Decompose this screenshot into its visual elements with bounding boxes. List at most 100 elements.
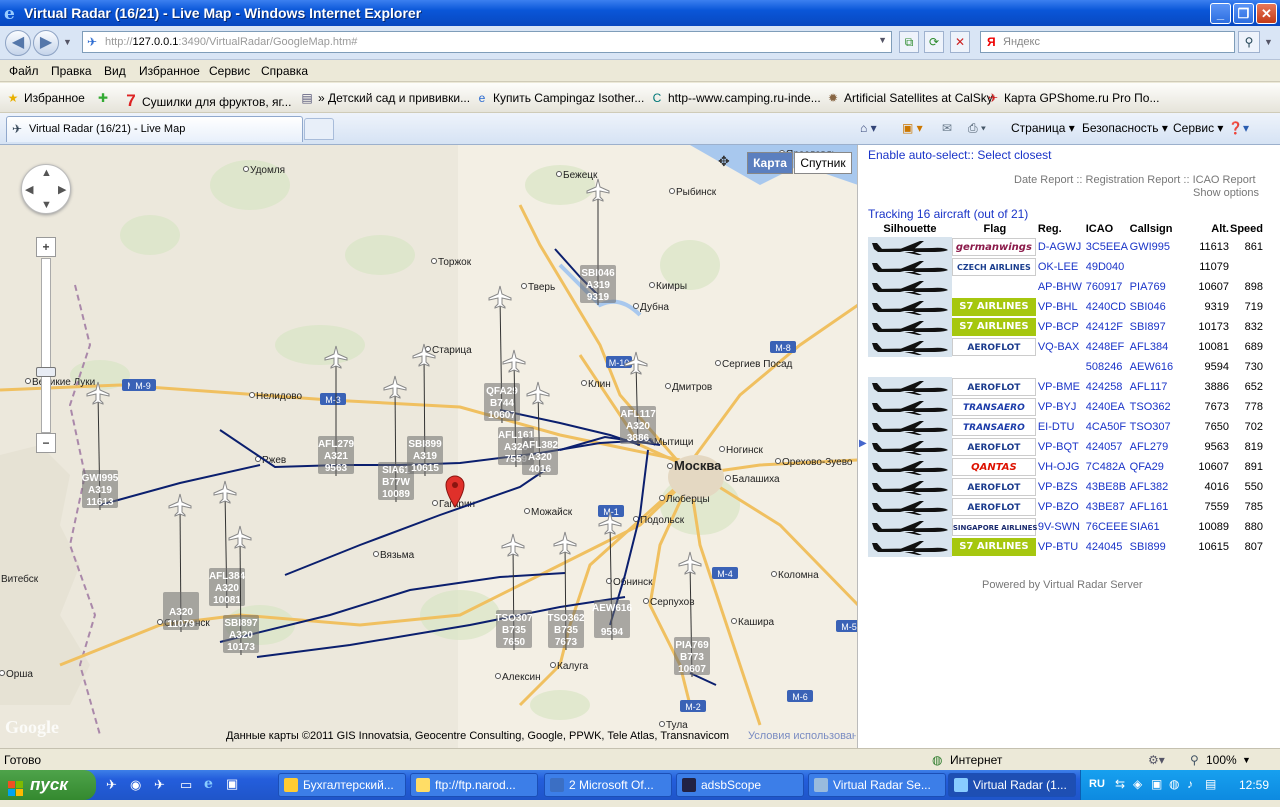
zoom-icon[interactable]: ⚲ <box>1190 753 1199 767</box>
reg-cell[interactable]: VH-OJG <box>1038 457 1086 477</box>
aircraft-row[interactable]: CZECH AIRLINES OK-LEE 49D040 11079 <box>868 257 1263 277</box>
callsign-cell[interactable]: GWI995 <box>1130 237 1192 257</box>
quicklaunch-more-icon[interactable]: ▣ <box>226 776 238 792</box>
minimize-button[interactable]: _ <box>1210 3 1231 24</box>
enable-autoselect-link[interactable]: Enable auto-select <box>868 148 967 162</box>
reg-cell[interactable]: VP-BCP <box>1038 317 1086 337</box>
pan-left-icon[interactable]: ◀ <box>25 183 33 196</box>
col-reg[interactable]: Reg. <box>1038 221 1086 237</box>
icao-cell[interactable]: 7C482A <box>1086 457 1130 477</box>
fav-item-camping[interactable]: Chttp--www.camping.ru-inde... <box>650 91 821 105</box>
mail-icon[interactable]: ✉ <box>942 121 952 135</box>
task-virtual-radar-ie[interactable]: Virtual Radar (1... <box>948 773 1076 797</box>
callsign-cell[interactable]: SBI046 <box>1130 297 1192 317</box>
address-dropdown-icon[interactable]: ▼ <box>878 35 887 45</box>
fullscreen-icon[interactable]: ✥ <box>718 153 736 171</box>
show-options-link[interactable]: Show options <box>1193 187 1259 199</box>
aircraft-row[interactable]: S7 AIRLINES VP-BCP 42412F SBI897 10173 832 <box>868 317 1263 337</box>
callsign-cell[interactable]: TSO362 <box>1130 397 1192 417</box>
callsign-cell[interactable]: SBI899 <box>1130 537 1192 557</box>
collapse-panel-icon[interactable]: ▶ <box>859 438 867 449</box>
history-dropdown-icon[interactable]: ▼ <box>63 37 72 47</box>
search-options-icon[interactable]: ▼ <box>1264 37 1273 47</box>
col-speed[interactable]: Speed <box>1229 221 1263 237</box>
col-callsign[interactable]: Callsign <box>1130 221 1192 237</box>
callsign-cell[interactable]: AFL384 <box>1130 337 1192 357</box>
col-alt[interactable]: Alt. <box>1191 221 1229 237</box>
reg-cell[interactable]: VP-BME <box>1038 377 1086 397</box>
icao-cell[interactable]: 76CEEE <box>1086 517 1130 537</box>
icao-cell[interactable]: 43BE8B <box>1086 477 1130 497</box>
aircraft-row[interactable]: AEROFLOT VP-BZS 43BE8B AFL382 4016 550 <box>868 477 1263 497</box>
menu-file[interactable]: Файл <box>9 64 39 78</box>
callsign-cell[interactable]: AFL117 <box>1130 377 1192 397</box>
search-box[interactable]: Я Яндекс <box>980 31 1235 53</box>
zoom-track[interactable] <box>41 258 51 433</box>
registration-report-link[interactable]: Registration Report <box>1086 174 1181 186</box>
quicklaunch-desktop-icon[interactable]: ▭ <box>180 777 192 793</box>
reg-cell[interactable] <box>1038 357 1086 377</box>
tray-update-icon[interactable]: ◍ <box>1169 777 1179 791</box>
aircraft-row[interactable]: QANTAS VH-OJG 7C482A QFA29 10607 891 <box>868 457 1263 477</box>
add-favorite-icon[interactable]: ✚ <box>98 91 108 105</box>
refresh-icon[interactable]: ⟳ <box>924 31 944 53</box>
task-adsbscope[interactable]: adsbScope <box>676 773 804 797</box>
menu-help[interactable]: Справка <box>261 64 308 78</box>
callsign-cell[interactable]: TSO307 <box>1130 417 1192 437</box>
forward-button[interactable]: ▶ <box>33 30 59 56</box>
address-bar[interactable]: ✈ http://127.0.0.1:3490/VirtualRadar/Goo… <box>82 31 892 53</box>
fav-item-gpshome[interactable]: ✈ Карта GPShome.ru Pro По... <box>986 91 1159 105</box>
icao-report-link[interactable]: ICAO Report <box>1193 174 1256 186</box>
quicklaunch-plane-icon[interactable]: ✈ <box>106 777 117 793</box>
icao-cell[interactable]: 508246 <box>1086 357 1130 377</box>
reg-cell[interactable]: VP-BTU <box>1038 537 1086 557</box>
task-accounting[interactable]: Бухгалтерский... <box>278 773 406 797</box>
aircraft-row[interactable]: AEROFLOT VP-BZO 43BE87 AFL161 7559 785 <box>868 497 1263 517</box>
select-closest-link[interactable]: Select closest <box>977 148 1051 162</box>
map-type-satellite-button[interactable]: Спутник <box>794 152 852 174</box>
callsign-cell[interactable]: AEW616 <box>1130 357 1192 377</box>
reg-cell[interactable]: VP-BZS <box>1038 477 1086 497</box>
page-menu[interactable]: Страница ▾ <box>1011 121 1075 135</box>
tray-network-icon[interactable]: ⇆ <box>1115 777 1125 791</box>
aircraft-row[interactable]: TRANSAERO EI-DTU 4CA50F TSO307 7650 702 <box>868 417 1263 437</box>
reg-cell[interactable]: 9V-SWN <box>1038 517 1086 537</box>
aircraft-row[interactable]: S7 AIRLINES VP-BHL 4240CD SBI046 9319 719 <box>868 297 1263 317</box>
terms-link[interactable]: Условия использования <box>748 730 856 742</box>
language-indicator[interactable]: RU <box>1089 778 1105 790</box>
reg-cell[interactable]: D-AGWJ <box>1038 237 1086 257</box>
back-button[interactable]: ◀ <box>5 30 31 56</box>
reg-cell[interactable]: VP-BHL <box>1038 297 1086 317</box>
col-silhouette[interactable]: Silhouette <box>868 221 952 237</box>
menu-favorites[interactable]: Избранное <box>139 64 200 78</box>
aircraft-row[interactable]: SINGAPORE AIRLINES 9V-SWN 76CEEE SIA61 10089… <box>868 517 1263 537</box>
icao-cell[interactable]: 4240CD <box>1086 297 1130 317</box>
icao-cell[interactable]: 4240EA <box>1086 397 1130 417</box>
icao-cell[interactable]: 43BE87 <box>1086 497 1130 517</box>
callsign-cell[interactable]: AFL382 <box>1130 477 1192 497</box>
map-type-map-button[interactable]: Карта <box>747 152 793 174</box>
aircraft-row[interactable]: TRANSAERO VP-BYJ 4240EA TSO362 7673 778 <box>868 397 1263 417</box>
tray-volume-icon[interactable]: ♪ <box>1187 777 1193 791</box>
reg-cell[interactable]: VP-BZO <box>1038 497 1086 517</box>
reg-cell[interactable]: EI-DTU <box>1038 417 1086 437</box>
fav-item-campingaz[interactable]: e Купить Campingaz Isother... <box>475 91 645 105</box>
zoom-handle[interactable] <box>36 367 56 377</box>
feeds-icon[interactable]: ▣ ▾ <box>902 121 923 135</box>
pan-right-icon[interactable]: ▶ <box>58 183 66 196</box>
pan-up-icon[interactable]: ▲ <box>41 167 52 179</box>
date-report-link[interactable]: Date Report <box>1014 174 1073 186</box>
task-office[interactable]: 2 Microsoft Of... <box>544 773 672 797</box>
close-button[interactable]: ✕ <box>1256 3 1277 24</box>
fav-item-dryers[interactable]: 7 Сушилки для фруктов, яг... <box>124 91 291 111</box>
zoom-in-button[interactable]: + <box>36 237 56 257</box>
favorites-button[interactable]: ★ Избранное <box>6 91 85 105</box>
icao-cell[interactable]: 3C5EEA <box>1086 237 1130 257</box>
menu-view[interactable]: Вид <box>104 64 126 78</box>
callsign-cell[interactable]: SBI897 <box>1130 317 1192 337</box>
tray-app-icon[interactable]: ▣ <box>1151 777 1162 791</box>
pan-control[interactable]: ▲ ▼ ◀ ▶ <box>21 164 71 214</box>
reg-cell[interactable]: OK-LEE <box>1038 257 1086 277</box>
aircraft-row[interactable]: 508246 AEW616 9594 730 <box>868 357 1263 377</box>
pan-down-icon[interactable]: ▼ <box>41 199 52 211</box>
